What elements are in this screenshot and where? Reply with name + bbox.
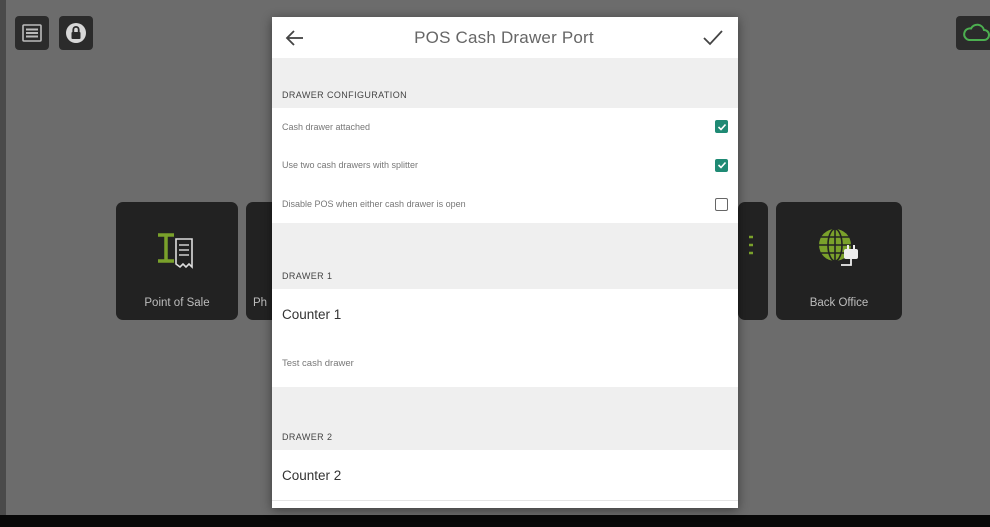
check-icon [717, 123, 726, 131]
drawer-name: Counter 2 [282, 467, 342, 483]
point-of-sale-tile[interactable]: Point of Sale [116, 202, 238, 320]
dialog-header: POS Cash Drawer Port [272, 17, 738, 58]
cash-drawer-attached-checkbox[interactable] [715, 120, 728, 133]
globe-plug-icon [819, 228, 858, 266]
register-receipt-icon [158, 233, 193, 269]
tile-label: Point of Sale [144, 297, 210, 309]
test-cash-drawer-row[interactable]: Test cash drawer [272, 339, 738, 387]
two-drawers-checkbox[interactable] [715, 158, 728, 172]
back-button[interactable] [282, 25, 308, 51]
system-bottom-bar [0, 515, 990, 527]
cloud-sync-button[interactable] [956, 16, 990, 50]
drawer-name-row[interactable]: Counter 2 [272, 450, 738, 500]
drawer-name-row[interactable]: Counter 1 [272, 289, 738, 339]
section-header: DRAWER CONFIGURATION [272, 58, 738, 108]
dialog-title: POS Cash Drawer Port [414, 27, 594, 47]
setting-label: Cash drawer attached [282, 121, 371, 132]
setting-label: Disable POS when either cash drawer is o… [282, 199, 466, 209]
tile-label: Ph [253, 297, 268, 309]
disable-pos-checkbox[interactable] [715, 197, 728, 211]
tile-label: Back Office [809, 297, 869, 309]
divider [272, 500, 738, 501]
setting-row[interactable]: Use two cash drawers with splitter [272, 145, 738, 185]
back-office-tile[interactable]: Back Office [776, 202, 902, 320]
confirm-button[interactable] [700, 25, 726, 51]
lock-button[interactable] [59, 16, 93, 50]
section-header: DRAWER 1 [272, 223, 738, 289]
cash-drawer-dialog: POS Cash Drawer Port DRAWER CONFIGURATIO… [272, 17, 738, 508]
check-icon [717, 161, 726, 169]
test-cash-drawer-label: Test cash drawer [282, 357, 354, 369]
lock-icon [66, 23, 86, 43]
cloud-icon [963, 23, 990, 41]
back-arrow-icon [285, 29, 303, 46]
drawer-name: Counter 1 [282, 306, 342, 322]
setting-label: Use two cash drawers with splitter [282, 160, 419, 170]
menu-icon [22, 24, 42, 42]
tile-edge-icon [749, 235, 753, 255]
partially-hidden-tile-right[interactable] [738, 202, 768, 320]
checkmark-icon [703, 29, 723, 45]
section-header: DRAWER 2 [272, 387, 738, 450]
menu-button[interactable] [15, 16, 49, 50]
setting-row[interactable]: Cash drawer attached [272, 108, 738, 145]
setting-row[interactable]: Disable POS when either cash drawer is o… [272, 185, 738, 223]
